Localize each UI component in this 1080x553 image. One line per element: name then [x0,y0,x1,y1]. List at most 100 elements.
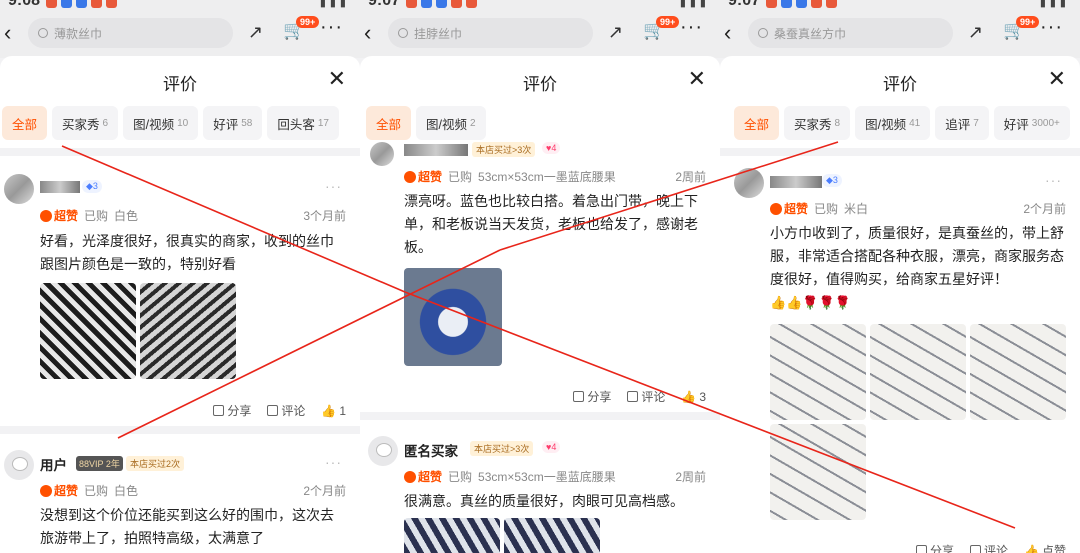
review-photo[interactable] [870,324,966,420]
review-filter-tabs: 全部 买家秀 6 图/视频 10 好评 58 回头客 17 [2,106,360,140]
back-arrow-icon[interactable]: ‹ [4,20,11,46]
review-more-icon[interactable]: ··· [325,178,342,194]
tab-positive[interactable]: 好评 58 [203,106,263,140]
like-button[interactable]: 👍 点赞 [1024,542,1066,553]
search-input[interactable]: 挂脖丝巾 [388,18,593,48]
avatar[interactable] [4,450,34,480]
cart-badge: 99+ [656,16,680,28]
review-photo[interactable] [140,283,236,379]
share-icon[interactable]: ↗ [248,22,263,43]
signal-icons: ▮▮▮ [319,0,350,9]
review-photo[interactable] [970,324,1066,420]
thumbs-up-icon: 👍 [681,389,697,404]
super-like-icon [40,484,52,497]
like-button[interactable]: 👍 3 [681,388,706,405]
review-more-icon[interactable]: ··· [325,454,342,470]
vip-badge: 88VIP 2年 [76,456,123,471]
comment-icon [627,391,639,402]
tab-all[interactable]: 全部 [366,106,412,140]
back-arrow-icon[interactable]: ‹ [724,20,731,46]
search-input[interactable]: 薄款丝巾 [28,18,233,48]
share-icon[interactable]: ↗ [968,22,983,43]
review-sheet: 评价 ✕ 全部 图/视频 2 本店买过>3次 ♥4 超赞 已购 53cm×53cm一… [360,56,720,553]
notification-icons [46,0,117,8]
tab-all[interactable]: 全部 [734,106,780,140]
tab-follow-up[interactable]: 追评 7 [935,106,989,140]
review-text: 很满意。真丝的质量很好，肉眼可见高档感。 [404,493,684,509]
search-icon [398,28,408,38]
level-badge: ♥4 [542,441,561,453]
comment-button[interactable]: 评论 [627,388,665,405]
review-date: 3个月前 [303,209,346,223]
review-text: 漂亮呀。蓝色也比较白搭。着急出门带，晚上下单，和老板说当天发货，老板也给发了，感… [404,193,698,255]
more-icon[interactable]: ··· [680,16,703,39]
more-icon[interactable]: ··· [1040,16,1063,39]
sheet-title: 评价 [163,75,197,94]
divider [720,148,1080,156]
thumbs-up-icon: 👍 [1024,543,1039,553]
share-icon [213,405,225,416]
tab-photo-video[interactable]: 图/视频 10 [123,106,199,140]
more-icon[interactable]: ··· [320,16,343,39]
top-bar: ‹ 挂脖丝巾 ↗ 🛒 99+ ··· [360,12,720,58]
user-name-blurred [404,144,468,156]
super-like-icon [404,170,416,183]
review-panel-2: 9:07 ▮▮▮ ‹ 挂脖丝巾 ↗ 🛒 99+ ··· 评价 ✕ 全部 图/视频… [360,0,720,553]
status-bar: 9:08 ▮▮▮ [0,0,360,12]
signal-icons: ▮▮▮ [1039,0,1070,9]
search-input[interactable]: 桑蚕真丝方巾 [748,18,953,48]
review-panel-1: 9:08 ▮▮▮ ‹ 薄款丝巾 ↗ 🛒 99+ ··· 评价 ✕ 全部 买家秀 6… [0,0,360,553]
review-photo[interactable] [40,283,136,379]
review-actions: 分享 评论 👍 3 [573,388,706,405]
share-button[interactable]: 分享 [916,542,954,553]
share-icon[interactable]: ↗ [608,22,623,43]
level-badge: ◆3 [82,180,102,193]
review-photo[interactable] [504,518,600,553]
divider [0,148,360,156]
status-bar: 9:07 ▮▮▮ [720,0,1080,12]
close-icon[interactable]: ✕ [688,66,706,92]
tab-buyer-show[interactable]: 买家秀 6 [52,106,119,140]
review-photo[interactable] [770,324,866,420]
comment-button[interactable]: 评论 [970,542,1008,553]
divider [360,412,720,420]
review-meta: 超赞 已购 米白 [770,200,868,217]
share-button[interactable]: 分享 [213,402,251,419]
avatar[interactable] [368,436,398,466]
tab-positive[interactable]: 好评 3000+ [993,106,1070,140]
tab-repeat-customer[interactable]: 回头客 17 [267,106,339,140]
tab-photo-video[interactable]: 图/视频 41 [855,106,931,140]
repeat-buyer-badge: 本店买过2次 [126,456,185,471]
review-panel-3: 9:07 ▮▮▮ ‹ 桑蚕真丝方巾 ↗ 🛒 99+ ··· 评价 ✕ 全部 买家… [720,0,1080,553]
like-button[interactable]: 👍 1 [321,402,346,419]
close-icon[interactable]: ✕ [1048,66,1066,92]
review-photo[interactable] [770,424,866,520]
close-icon[interactable]: ✕ [328,66,346,92]
review-more-icon[interactable]: ··· [1045,172,1062,188]
comment-button[interactable]: 评论 [267,402,305,419]
user-name-blurred [40,181,80,193]
status-bar: 9:07 ▮▮▮ [360,0,720,12]
comment-icon [267,405,279,416]
back-arrow-icon[interactable]: ‹ [364,20,371,46]
share-button[interactable]: 分享 [573,388,611,405]
review-date: 2周前 [675,170,706,184]
review-photo[interactable] [404,518,500,553]
top-bar: ‹ 薄款丝巾 ↗ 🛒 99+ ··· [0,12,360,58]
review-date: 2个月前 [1023,202,1066,216]
avatar[interactable] [370,142,394,166]
review-text: 好看，光泽度很好，很真实的商家，收到的丝巾跟图片颜色是一致的，特别好看 [40,233,334,272]
avatar[interactable] [734,168,764,198]
status-time: 9:07 [368,0,401,9]
review-meta: 超赞 已购 白色 [40,482,138,499]
review-text: 小方巾收到了，质量很好，是真蚕丝的，带上舒服，非常适合搭配各种衣服，漂亮，商家服… [770,222,1070,314]
review-photo[interactable] [404,268,502,366]
tab-all[interactable]: 全部 [2,106,48,140]
tab-buyer-show[interactable]: 买家秀 8 [784,106,851,140]
status-time: 9:08 [8,0,41,9]
review-meta: 超赞 已购 53cm×53cm一墨蓝底腰果 [404,468,616,485]
super-like-icon [770,202,782,215]
repeat-buyer-badge: 本店买过>3次 [470,441,534,456]
tab-photo-video[interactable]: 图/视频 2 [416,106,486,140]
avatar[interactable] [4,174,34,204]
